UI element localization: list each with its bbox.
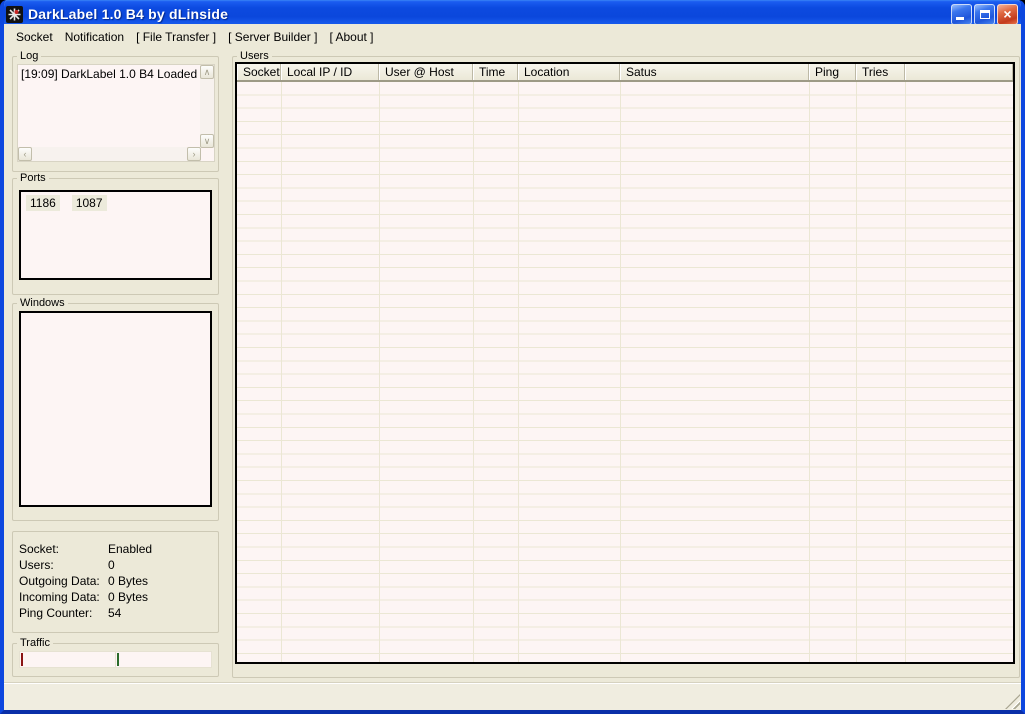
menu-item-socket[interactable]: Socket: [10, 27, 59, 47]
stat-label: Ping Counter:: [19, 605, 108, 621]
maximize-icon: [980, 10, 990, 19]
stat-row: Outgoing Data:0 Bytes: [19, 573, 218, 589]
stat-label: Outgoing Data:: [19, 573, 108, 589]
stats-panel: Socket:EnabledUsers:0Outgoing Data:0 Byt…: [12, 531, 219, 633]
stat-label: Incoming Data:: [19, 589, 108, 605]
stat-label: Users:: [19, 557, 108, 573]
resize-grip[interactable]: [1005, 694, 1020, 709]
users-column-header-satus[interactable]: Satus: [620, 64, 809, 80]
users-group: Users SocketLocal IP / IDUser @ HostTime…: [232, 50, 1020, 678]
ports-group: Ports 1186 1087: [12, 172, 219, 295]
table-gridline: [809, 82, 810, 662]
log-line: [19:09] DarkLabel 1.0 B4 Loaded: [21, 67, 201, 82]
stat-value: 0: [108, 557, 218, 573]
log-horizontal-scrollbar[interactable]: ‹ ›: [18, 147, 201, 161]
users-column-header-ping[interactable]: Ping: [809, 64, 856, 80]
users-column-header-blank[interactable]: [905, 64, 1013, 80]
stat-row: Users:0: [19, 557, 218, 573]
windows-group-label: Windows: [17, 297, 68, 309]
users-listview: SocketLocal IP / IDUser @ HostTimeLocati…: [235, 62, 1015, 664]
menu-item-file-transfer[interactable]: [ File Transfer ]: [130, 27, 222, 47]
traffic-meter: [19, 651, 212, 668]
window-title: DarkLabel 1.0 B4 by dLinside: [28, 6, 228, 22]
traffic-group: Traffic: [12, 637, 219, 677]
window-controls: ×: [951, 4, 1018, 25]
menu-item-about[interactable]: [ About ]: [323, 27, 379, 47]
table-gridline: [905, 82, 906, 662]
table-gridline: [473, 82, 474, 662]
windows-group: Windows: [12, 297, 219, 521]
scroll-left-icon[interactable]: ‹: [18, 147, 32, 161]
app-icon: [6, 6, 23, 23]
stat-value: 0 Bytes: [108, 573, 218, 589]
traffic-incoming-tick: [21, 653, 23, 666]
minimize-icon: [956, 17, 964, 20]
port-item[interactable]: 1087: [72, 195, 107, 211]
stat-row: Ping Counter:54: [19, 605, 218, 621]
users-column-header-location[interactable]: Location: [518, 64, 620, 80]
table-gridline: [281, 82, 282, 662]
ports-listbox[interactable]: 1186 1087: [19, 190, 212, 280]
minimize-button[interactable]: [951, 4, 972, 25]
ports-group-label: Ports: [17, 172, 49, 184]
menu-item-server-builder[interactable]: [ Server Builder ]: [222, 27, 323, 47]
users-table-header: SocketLocal IP / IDUser @ HostTimeLocati…: [237, 64, 1013, 82]
table-gridline: [379, 82, 380, 662]
users-column-header-user-host[interactable]: User @ Host: [379, 64, 473, 80]
scroll-down-icon[interactable]: ∨: [200, 134, 214, 148]
port-item[interactable]: 1186: [26, 195, 60, 211]
windows-listbox[interactable]: [19, 311, 212, 507]
scroll-up-icon[interactable]: ∧: [200, 65, 214, 79]
app-window: DarkLabel 1.0 B4 by dLinside × SocketNot…: [0, 0, 1025, 714]
log-vertical-scrollbar[interactable]: ∧ ∨: [200, 65, 214, 148]
users-table-body: [237, 82, 1013, 662]
table-gridline: [620, 82, 621, 662]
traffic-group-label: Traffic: [17, 637, 53, 649]
traffic-outgoing-bar: [116, 651, 212, 668]
log-lines: [19:09] DarkLabel 1.0 B4 Loaded: [18, 65, 201, 148]
stat-row: Socket:Enabled: [19, 541, 218, 557]
maximize-button[interactable]: [974, 4, 995, 25]
users-column-header-socket[interactable]: Socket: [237, 64, 281, 80]
close-button[interactable]: ×: [997, 4, 1018, 25]
table-gridline: [856, 82, 857, 662]
close-icon: ×: [998, 5, 1017, 24]
log-group-label: Log: [17, 50, 41, 62]
stat-value: 54: [108, 605, 218, 621]
users-group-label: Users: [237, 50, 272, 62]
users-column-header-tries[interactable]: Tries: [856, 64, 905, 80]
log-textarea[interactable]: [19:09] DarkLabel 1.0 B4 Loaded ∧ ∨ ‹ ›: [17, 64, 215, 162]
traffic-outgoing-tick: [117, 653, 119, 666]
traffic-incoming-bar: [19, 651, 116, 668]
log-group: Log [19:09] DarkLabel 1.0 B4 Loaded ∧ ∨ …: [12, 50, 219, 172]
stat-value: Enabled: [108, 541, 218, 557]
users-column-header-local-ip-id[interactable]: Local IP / ID: [281, 64, 379, 80]
stat-row: Incoming Data:0 Bytes: [19, 589, 218, 605]
menu-item-notification[interactable]: Notification: [59, 27, 130, 47]
stat-value: 0 Bytes: [108, 589, 218, 605]
status-bar: [4, 682, 1021, 710]
scroll-right-icon[interactable]: ›: [187, 147, 201, 161]
menu-bar: SocketNotification[ File Transfer ][ Ser…: [4, 24, 1021, 50]
stat-label: Socket:: [19, 541, 108, 557]
table-gridline: [518, 82, 519, 662]
users-column-header-time[interactable]: Time: [473, 64, 518, 80]
